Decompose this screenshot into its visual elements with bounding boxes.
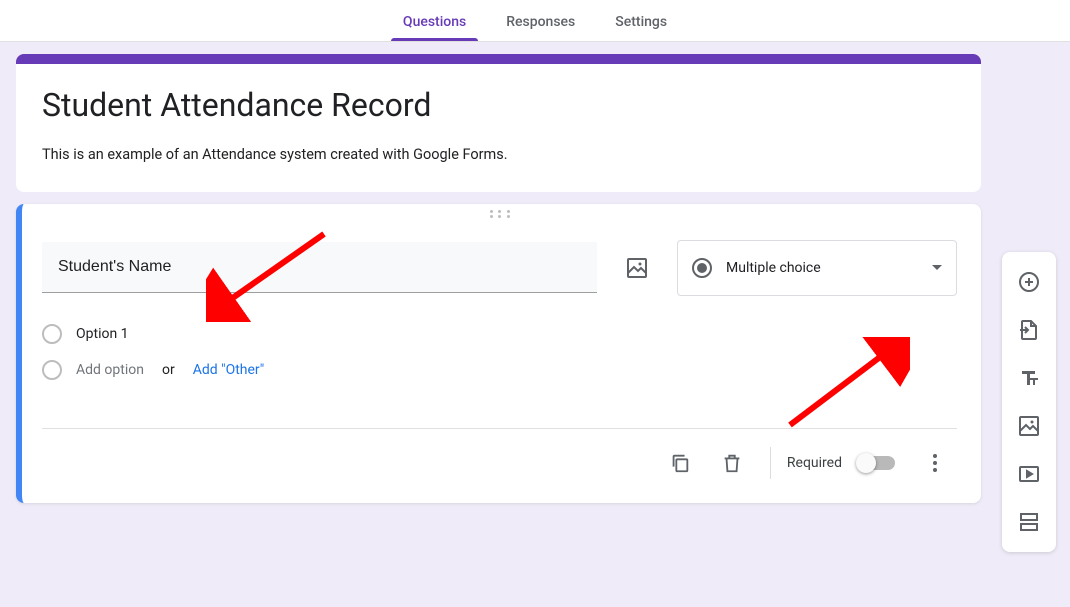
text-icon xyxy=(1017,366,1041,390)
or-separator: or xyxy=(162,362,175,378)
section-icon xyxy=(1017,510,1041,534)
more-vertical-icon xyxy=(933,454,937,472)
question-header-row: Multiple choice xyxy=(42,240,957,296)
option-1-text[interactable]: Option 1 xyxy=(76,326,129,342)
tab-settings[interactable]: Settings xyxy=(611,2,671,40)
tab-responses[interactable]: Responses xyxy=(502,2,579,40)
add-video-button[interactable] xyxy=(1007,452,1051,496)
plus-circle-icon xyxy=(1017,270,1041,294)
form-container: Student Attendance Record This is an exa… xyxy=(16,54,981,503)
add-question-button[interactable] xyxy=(1007,260,1051,304)
question-title-input[interactable] xyxy=(42,242,597,293)
drag-handle[interactable] xyxy=(22,204,981,220)
add-image-button-toolbar[interactable] xyxy=(1007,404,1051,448)
form-title[interactable]: Student Attendance Record xyxy=(42,86,955,124)
footer-divider xyxy=(770,447,771,479)
option-row-1[interactable]: Option 1 xyxy=(42,316,957,352)
required-label: Required xyxy=(787,455,842,471)
image-icon xyxy=(1017,414,1041,438)
import-questions-button[interactable] xyxy=(1007,308,1051,352)
required-toggle[interactable] xyxy=(858,456,895,470)
question-type-selector[interactable]: Multiple choice xyxy=(677,240,957,296)
video-icon xyxy=(1017,462,1041,486)
add-title-button[interactable] xyxy=(1007,356,1051,400)
copy-icon xyxy=(669,452,691,474)
add-image-button[interactable] xyxy=(613,244,661,292)
toggle-knob xyxy=(856,453,876,473)
trash-icon xyxy=(721,452,743,474)
drag-handle-icon xyxy=(490,210,514,218)
question-footer: Required xyxy=(42,428,957,491)
add-other-button[interactable]: Add "Other" xyxy=(193,362,265,378)
chevron-down-icon xyxy=(932,265,942,270)
add-section-button[interactable] xyxy=(1007,500,1051,544)
radio-circle-icon xyxy=(42,360,62,380)
more-options-button[interactable] xyxy=(913,441,957,485)
top-tabs: Questions Responses Settings xyxy=(0,0,1070,42)
delete-button[interactable] xyxy=(710,441,754,485)
form-header-card[interactable]: Student Attendance Record This is an exa… xyxy=(16,54,981,192)
radio-icon xyxy=(692,258,712,278)
tab-questions[interactable]: Questions xyxy=(399,2,470,40)
form-description[interactable]: This is an example of an Attendance syst… xyxy=(42,144,955,166)
duplicate-button[interactable] xyxy=(658,441,702,485)
image-icon xyxy=(625,256,649,280)
add-option-row: Add option or Add "Other" xyxy=(42,352,957,388)
import-icon xyxy=(1017,318,1041,342)
add-option-button[interactable]: Add option xyxy=(76,362,144,378)
side-toolbar xyxy=(1002,252,1056,552)
question-type-label: Multiple choice xyxy=(726,260,918,276)
form-canvas: Student Attendance Record This is an exa… xyxy=(0,42,1070,607)
radio-circle-icon xyxy=(42,324,62,344)
question-card: Multiple choice Option 1 Add option or A… xyxy=(16,204,981,503)
